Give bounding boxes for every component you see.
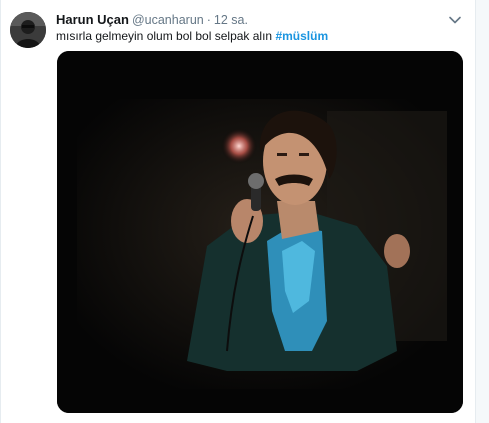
chevron-down-icon[interactable] [446, 11, 464, 29]
tweet-media[interactable] [57, 51, 463, 413]
timeline-left-border [0, 0, 1, 423]
video-still [57, 51, 463, 413]
tweet-timestamp[interactable]: 12 sa. [214, 13, 248, 27]
separator-dot: · [206, 13, 211, 27]
avatar[interactable] [10, 12, 46, 48]
scrollbar[interactable] [476, 0, 489, 423]
hashtag-link[interactable]: #müslüm [275, 29, 328, 43]
tweet-text: mısırla gelmeyin olum bol bol selpak alı… [56, 28, 328, 44]
display-name[interactable]: Harun Uçan [56, 12, 129, 27]
tweet-body: mısırla gelmeyin olum bol bol selpak alı… [56, 29, 273, 43]
user-handle[interactable]: @ucanharun [132, 13, 204, 27]
tweet-header: Harun Uçan @ucanharun · 12 sa. [56, 11, 248, 29]
